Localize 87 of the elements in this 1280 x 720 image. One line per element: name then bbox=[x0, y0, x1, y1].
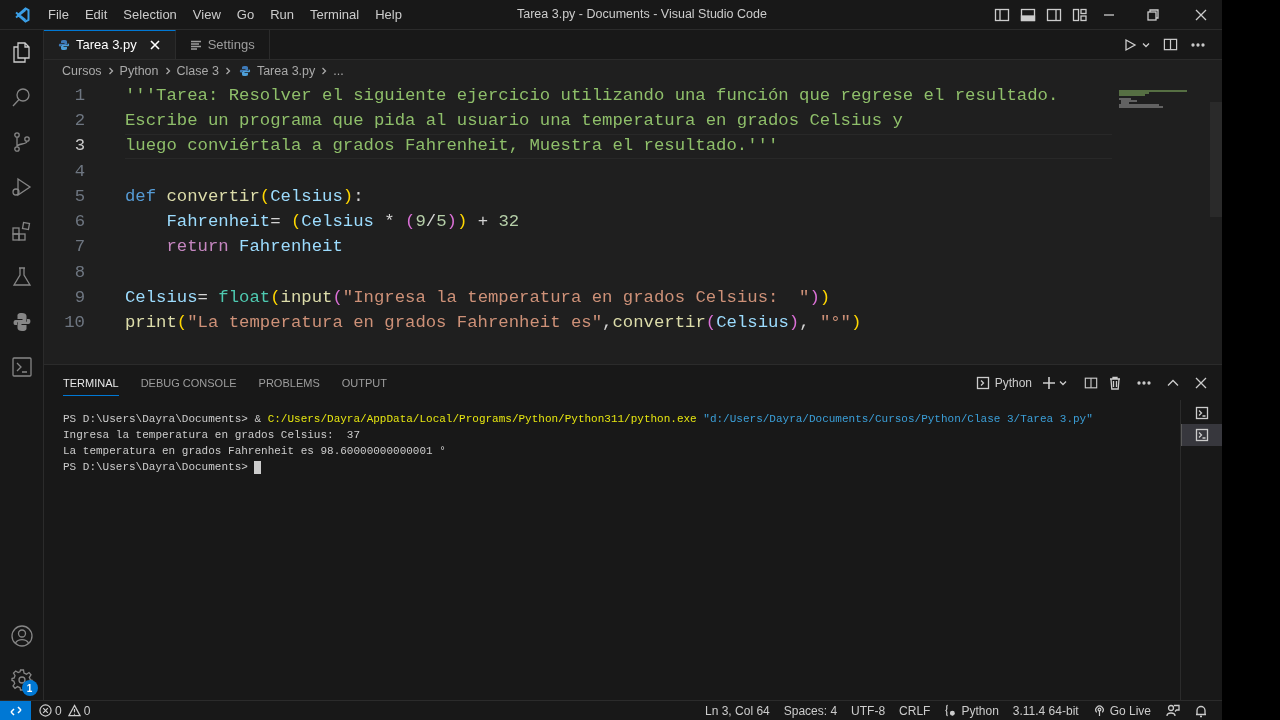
code-line: luego conviértala a grados Fahrenheit, Muestra el resultado.''' bbox=[125, 135, 779, 158]
sidebar-toggle-icon[interactable] bbox=[994, 6, 1010, 23]
line-number: 7 bbox=[73, 236, 85, 259]
line-number: 6 bbox=[73, 211, 85, 234]
menu-item[interactable]: Edit bbox=[76, 4, 116, 25]
code-line: print("La temperatura en grados Fahrenheit es",convertir(Celsius), "°") bbox=[125, 312, 862, 335]
account-icon[interactable] bbox=[9, 624, 34, 648]
terminal-line: PS D:\Users\Dayra\Documents> & C:/Users/Dayra/AppData/Local/Programs/Python/Python311/python.exe "d:/Users/Dayra/Documents/Cursos/Python/Clase 3/Tarea 3.py" bbox=[63, 412, 1093, 427]
line-number: 4 bbox=[73, 160, 85, 183]
plus-icon bbox=[1042, 375, 1056, 390]
broadcast-icon bbox=[1092, 704, 1106, 717]
menu-item[interactable]: File bbox=[40, 4, 77, 25]
minimap-drawing bbox=[1119, 90, 1189, 108]
notification-badge: 1 bbox=[21, 680, 38, 696]
line-number: 2 bbox=[73, 110, 85, 132]
vscode-logo-icon bbox=[14, 6, 30, 23]
terminal-line: La temperatura en grados Fahrenheit es 98.60000000000001 ° bbox=[63, 444, 446, 459]
language-button[interactable]: Python bbox=[937, 701, 1006, 720]
status-item[interactable]: CRLF bbox=[892, 701, 938, 720]
remote-icon bbox=[9, 704, 22, 717]
line-number: 3 bbox=[73, 135, 85, 158]
breadcrumb-item[interactable]: Cursos bbox=[60, 61, 104, 81]
menu-item[interactable]: Terminal bbox=[302, 4, 368, 25]
problems-button[interactable]: 0 0 bbox=[39, 701, 91, 720]
settings-icon[interactable] bbox=[9, 668, 34, 692]
status-item[interactable]: 3.11.4 64-bit bbox=[1005, 701, 1086, 720]
scrollbar-thumb[interactable] bbox=[1210, 102, 1222, 217]
close-icon[interactable] bbox=[1194, 7, 1208, 22]
terminal-list-item[interactable] bbox=[1181, 424, 1222, 446]
python-file-icon bbox=[58, 39, 70, 51]
menu-item[interactable]: Go bbox=[228, 4, 263, 25]
terminal-profile-button[interactable]: Python bbox=[975, 373, 1032, 392]
secondary-sidebar-icon[interactable] bbox=[1046, 6, 1062, 23]
terminal-icon[interactable] bbox=[9, 355, 34, 379]
braces-icon bbox=[944, 704, 958, 717]
editor-tab[interactable]: Tarea 3.py bbox=[44, 30, 176, 59]
terminal-icon bbox=[975, 375, 990, 390]
panel-tab[interactable]: TERMINAL bbox=[63, 368, 119, 397]
breadcrumb-item[interactable]: ... bbox=[331, 61, 346, 81]
python-file-icon bbox=[238, 65, 251, 77]
new-terminal-button[interactable] bbox=[1042, 375, 1068, 390]
warning-icon bbox=[67, 704, 81, 717]
line-number: 8 bbox=[73, 261, 85, 284]
run-button[interactable] bbox=[1123, 37, 1151, 52]
menu-item[interactable]: Run bbox=[262, 4, 302, 25]
breadcrumb-item[interactable]: Clase 3 bbox=[174, 61, 221, 81]
window-title: Tarea 3.py - Documents - Visual Studio Code bbox=[517, 6, 767, 24]
code-line: def convertir(Celsius): bbox=[125, 185, 364, 208]
error-icon bbox=[39, 704, 52, 717]
menu-item[interactable]: Help bbox=[367, 4, 410, 25]
terminal-icon bbox=[1194, 406, 1209, 420]
status-item[interactable]: UTF-8 bbox=[844, 701, 893, 720]
code-line: Fahrenheit= (Celsius * (9/5)) + 32 bbox=[165, 211, 520, 234]
status-item[interactable]: Spaces: 4 bbox=[776, 701, 845, 720]
remote-button[interactable] bbox=[0, 701, 31, 720]
breadcrumb-item[interactable]: Tarea 3.py bbox=[254, 61, 318, 81]
feedback-icon[interactable] bbox=[1166, 703, 1180, 718]
list-icon bbox=[189, 38, 202, 51]
line-number: 10 bbox=[63, 312, 85, 335]
layout-icon[interactable] bbox=[1072, 6, 1088, 23]
bell-icon[interactable] bbox=[1194, 703, 1208, 718]
split-editor-icon[interactable] bbox=[1163, 37, 1178, 52]
restore-icon[interactable] bbox=[1146, 7, 1160, 22]
menu-item[interactable]: Selection bbox=[115, 4, 185, 25]
line-number: 1 bbox=[73, 84, 85, 107]
go-live-button[interactable]: Go Live bbox=[1085, 701, 1158, 720]
terminal-icon bbox=[1195, 428, 1209, 442]
line-number: 9 bbox=[73, 287, 85, 310]
panel-tab[interactable]: PROBLEMS bbox=[258, 368, 320, 397]
code-line: '''Tarea: Resolver el siguiente ejercicio utilizando una función que regrese el resultado. bbox=[125, 84, 1059, 107]
panel-tab[interactable]: DEBUG CONSOLE bbox=[140, 368, 237, 397]
terminal-line: PS D:\Users\Dayra\Documents> bbox=[63, 460, 249, 475]
status-item[interactable]: Ln 3, Col 64 bbox=[698, 701, 777, 720]
panel-tab[interactable]: OUTPUT bbox=[341, 368, 387, 397]
editor-tab[interactable]: Settings bbox=[175, 30, 270, 59]
line-number: 5 bbox=[73, 185, 85, 208]
split-terminal-icon[interactable] bbox=[1084, 375, 1098, 390]
breadcrumb-item[interactable]: Python bbox=[117, 61, 161, 81]
code-line: Escribe un programa que pida al usuario una temperatura en grados Celsius y bbox=[125, 110, 903, 132]
trash-icon[interactable] bbox=[1108, 375, 1122, 390]
close-icon[interactable] bbox=[1194, 375, 1208, 390]
panel-toggle-icon[interactable] bbox=[1020, 6, 1036, 23]
code-line: return Fahrenheit bbox=[165, 236, 343, 259]
terminal-line: Ingresa la temperatura en grados Celsius: 37 bbox=[63, 428, 361, 443]
menu-item[interactable]: View bbox=[184, 4, 229, 25]
code-line: Celsius= float(input("Ingresa la temperatura en grados Celsius: ")) bbox=[125, 287, 831, 310]
play-icon bbox=[1123, 37, 1137, 52]
